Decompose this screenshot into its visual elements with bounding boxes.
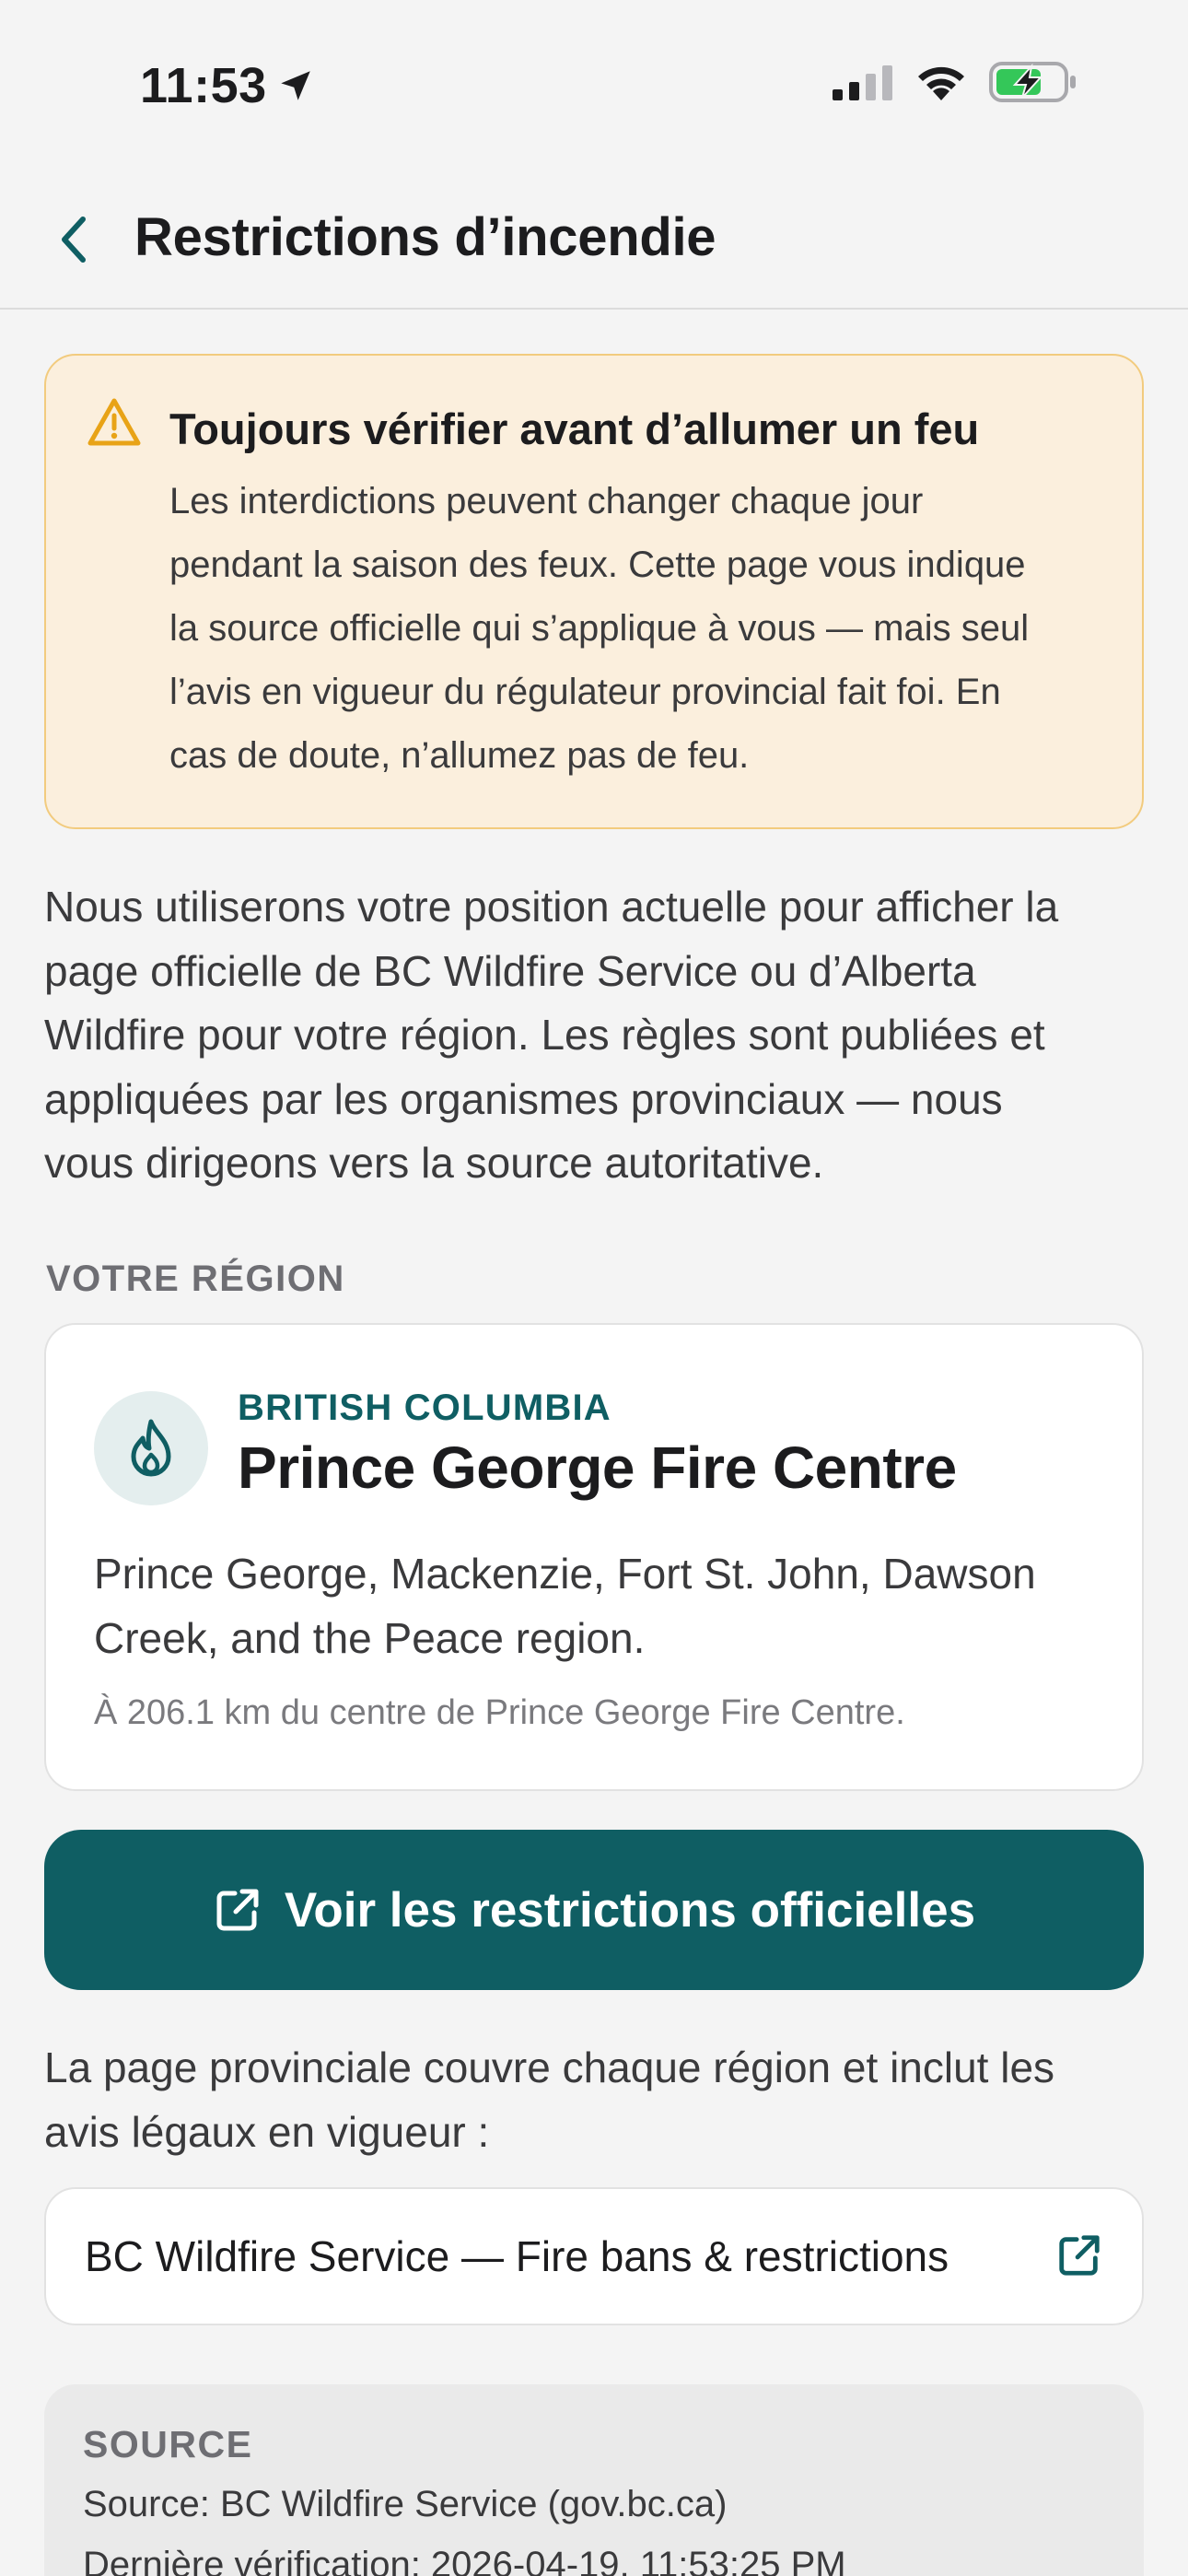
link-label: BC Wildfire Service — Fire bans & restri… [85,2232,949,2280]
status-icons [833,61,1077,103]
warning-line: cas de doute, n’allumez pas de feu. [169,735,750,776]
flame-icon [131,1419,171,1477]
status-time-text: 11:53 [140,58,267,113]
intro-line: Nous utiliserons votre position actuelle… [44,883,1059,931]
warning-banner: Toujours vérifier avant d’allumer un feu… [44,354,1144,829]
warning-line: l’avis en vigueur du régulateur provinci… [169,672,1001,712]
intro-line: vous dirigeons vers la source autoritati… [44,1139,824,1187]
status-time: 11:53 [140,57,315,114]
external-link-icon [216,1889,259,1931]
region-card: BRITISH COLUMBIA Prince George Fire Cent… [44,1323,1144,1791]
flame-badge [94,1391,208,1505]
warning-line: pendant la saison des feux. Cette page v… [169,544,1026,585]
region-name: Prince George Fire Centre [238,1434,957,1501]
page-title: Restrictions d’incendie [134,207,716,267]
intro-line: appliquées par les organismes provinciau… [44,1074,1003,1123]
navigation-bar: Restrictions d’incendie [0,175,1188,310]
intro-line: Wildfire pour votre région. Les règles s… [44,1011,1045,1059]
source-label: SOURCE [83,2423,253,2465]
cta-label: Voir les restrictions officielles [284,1882,976,1938]
warning-body: Les interdictions peuvent changer chaque… [169,470,1127,788]
warning-title: Toujours vérifier avant d’allumer un feu [169,404,980,453]
location-arrow-icon [280,71,310,100]
intro-line: page officielle de BC Wildfire Service o… [44,946,976,995]
warning-triangle-icon [87,398,141,446]
region-distance: À 206.1 km du centre de Prince George Fi… [94,1693,905,1732]
battery-charging-icon [989,62,1076,102]
source-text: Source: BC Wildfire Service (gov.bc.ca) [83,2484,728,2524]
wifi-icon [918,66,964,100]
coverage-line: La page provinciale couvre chaque région… [44,2043,1055,2091]
status-bar: 11:53 [0,0,1188,175]
region-description: Prince George, Mackenzie, Fort St. John,… [94,1542,1116,1670]
coverage-line: avis légaux en vigueur : [44,2107,490,2156]
warning-line: la source officielle qui s’applique à vo… [169,608,1030,649]
last-verified-text: Dernière vérification: 2026-04-19, 11:53… [83,2545,846,2576]
external-link-icon [1059,2235,1100,2276]
intro-paragraph: Nous utiliserons votre position actuelle… [44,875,1149,1196]
bc-wildfire-link[interactable]: BC Wildfire Service — Fire bans & restri… [44,2187,1144,2325]
region-province: BRITISH COLUMBIA [238,1388,611,1428]
chevron-left-icon [62,217,86,263]
coverage-text: La page provinciale couvre chaque région… [44,2036,1149,2164]
region-desc-line: Prince George, Mackenzie, Fort St. John,… [94,1550,1036,1598]
back-button[interactable] [41,203,107,276]
region-desc-line: Creek, and the Peace region. [94,1613,646,1662]
view-official-restrictions-button[interactable]: Voir les restrictions officielles [44,1830,1144,1990]
warning-line: Les interdictions peuvent changer chaque… [169,481,924,521]
source-card: SOURCE Source: BC Wildfire Service (gov.… [44,2384,1144,2576]
region-section-label: VOTRE RÉGION [46,1259,345,1299]
cellular-signal-icon [833,65,892,100]
